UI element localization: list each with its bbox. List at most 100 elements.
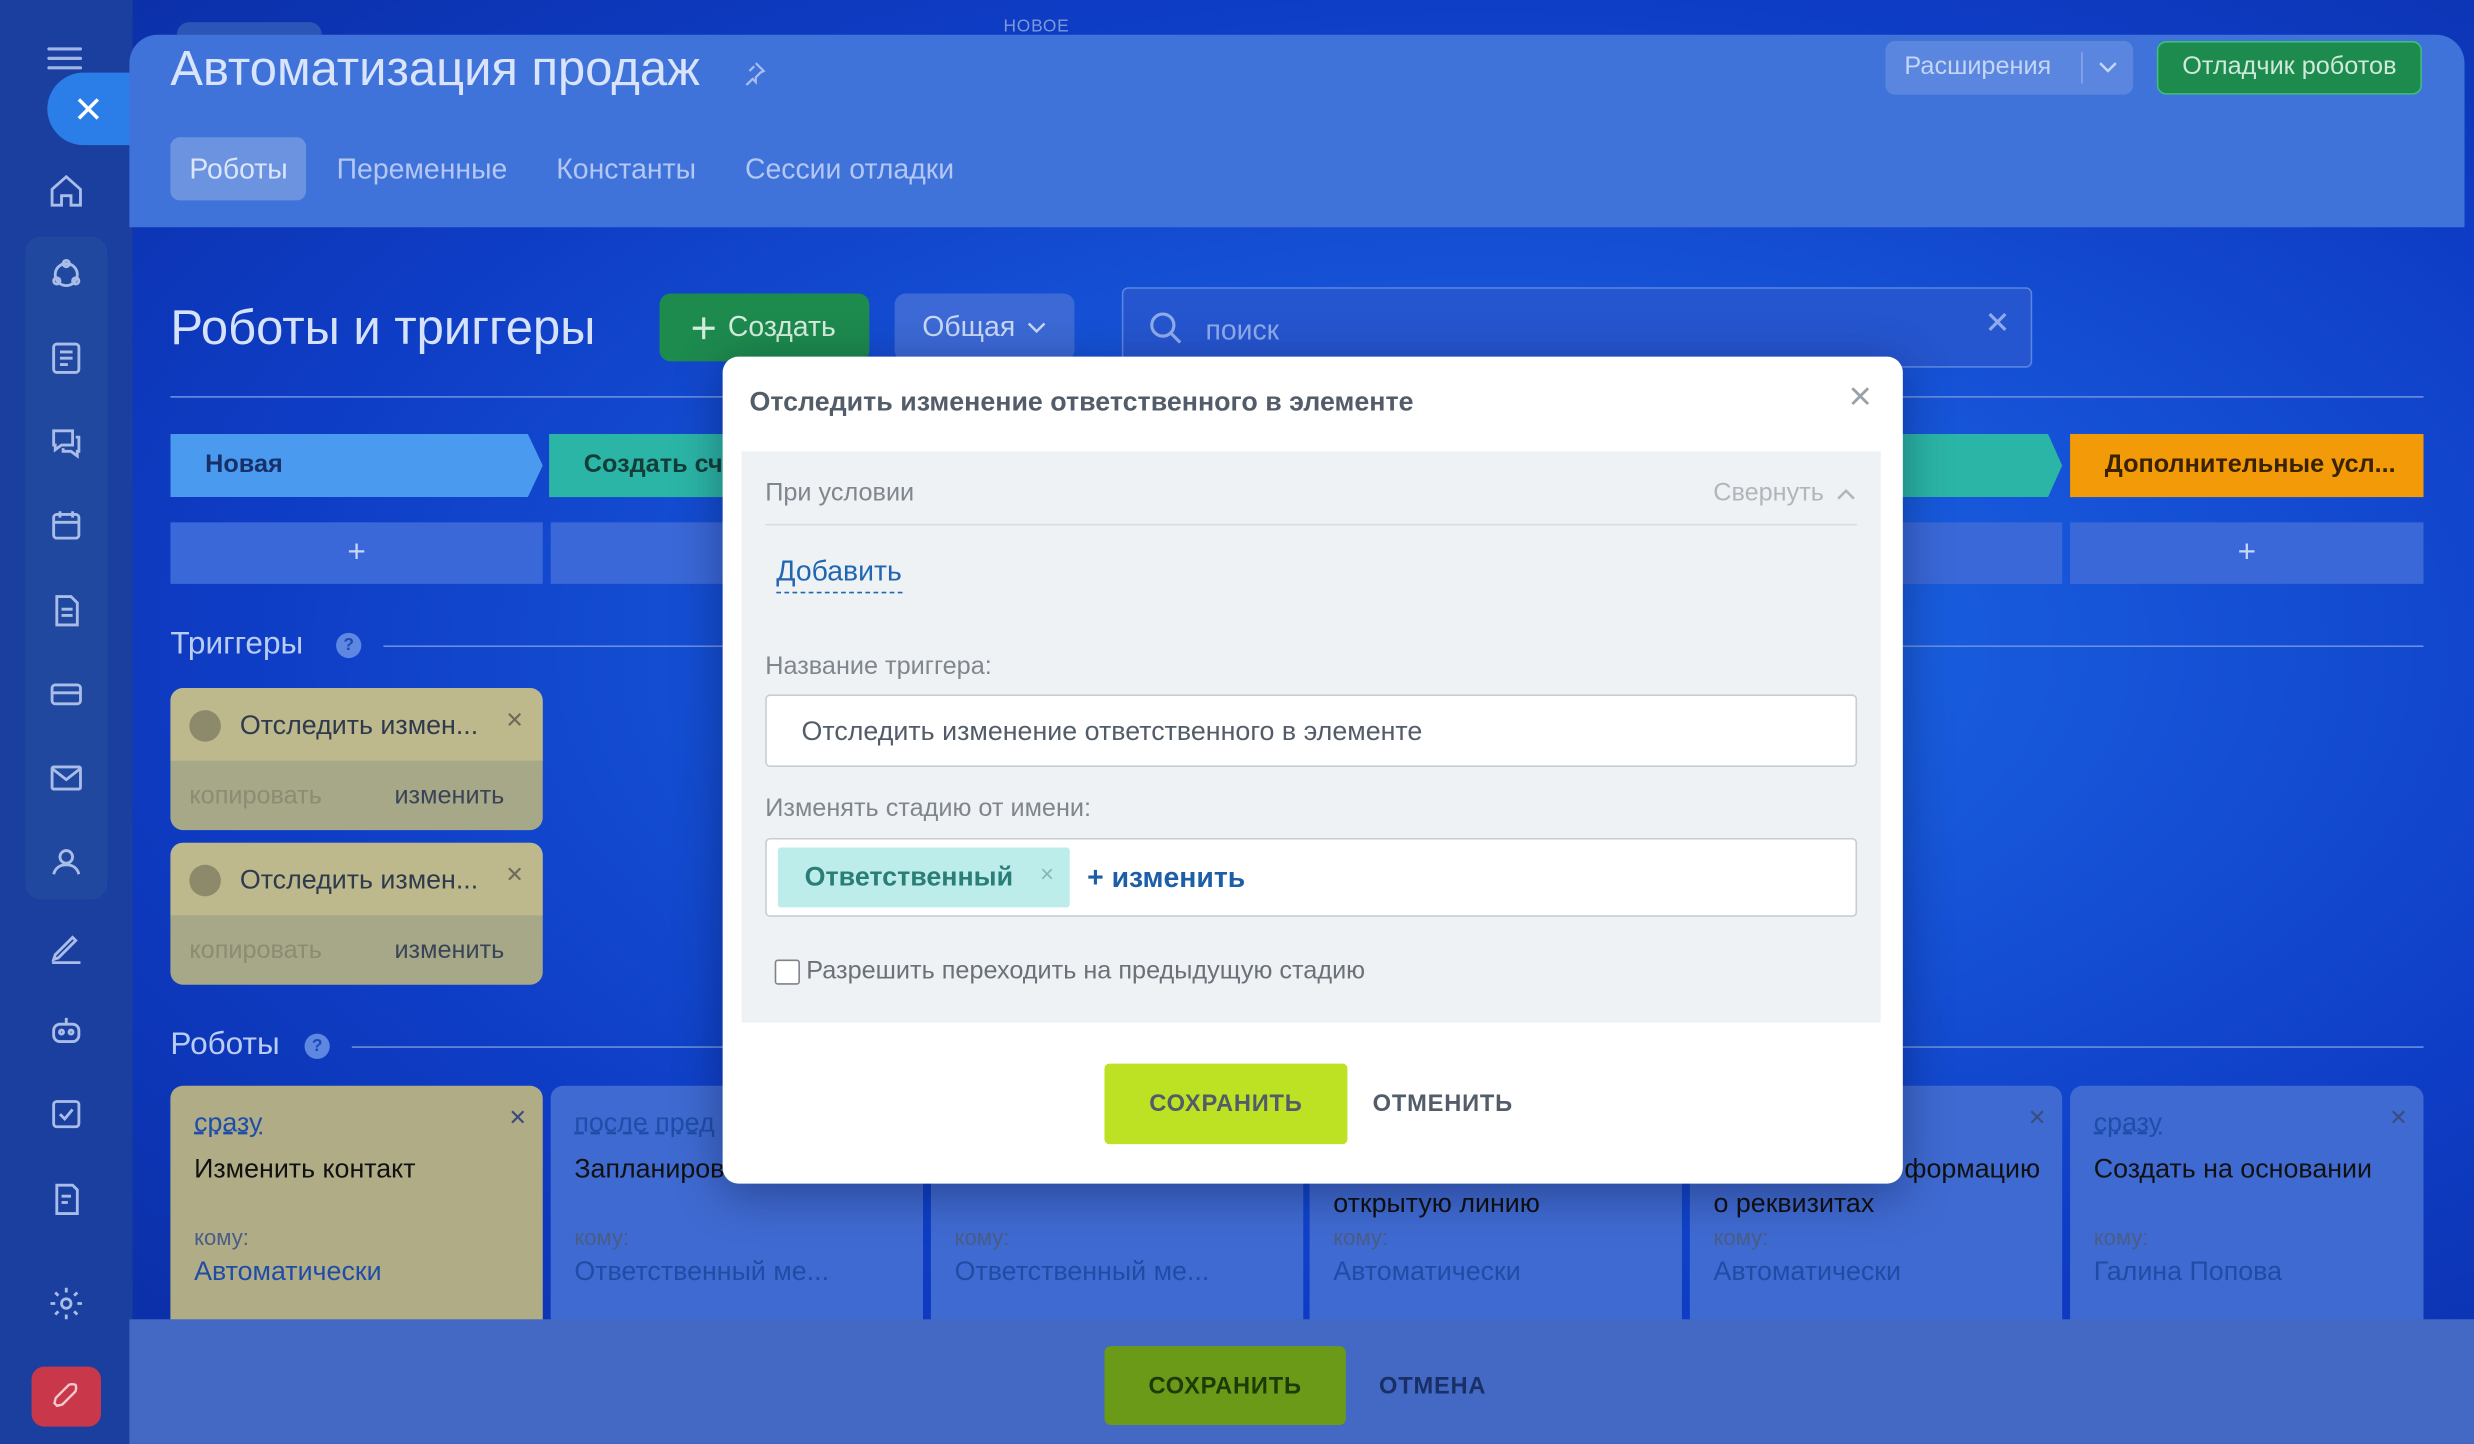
help-icon[interactable]: ?	[304, 1033, 330, 1059]
copy-link[interactable]: копировать	[189, 783, 322, 811]
trigger-name-value: Отследить изменение ответственного в эле…	[801, 716, 1423, 747]
create-button[interactable]: Создать	[659, 293, 870, 362]
stage-invoice[interactable]: Создать сч	[549, 433, 739, 498]
trigger-card[interactable]: Отследить измен... ✕ копировать изменить	[170, 688, 543, 831]
tab-debug-sessions[interactable]: Сессии отладки	[726, 137, 973, 200]
card-icon[interactable]	[41, 669, 91, 719]
divider	[1902, 1046, 2424, 1048]
page-title: Автоматизация продаж	[170, 41, 700, 97]
calendar-icon[interactable]	[41, 500, 91, 550]
robot-responsible[interactable]: Автоматически	[194, 1256, 382, 1288]
trigger-dialog: Отследить изменение ответственного в эле…	[722, 356, 1903, 1184]
documents-icon[interactable]	[41, 585, 91, 635]
robot-title: Создать на основании	[2093, 1153, 2373, 1184]
chevron-down-icon	[1028, 321, 1047, 333]
edit-link[interactable]: изменить	[394, 783, 504, 811]
close-icon	[77, 98, 100, 120]
copy-link[interactable]: копировать	[189, 937, 322, 965]
crm-icon[interactable]	[41, 249, 91, 299]
allow-previous-stage-label[interactable]: Разрешить переходить на предыдущую стади…	[806, 958, 1365, 986]
divider	[351, 1046, 723, 1048]
tab-constants[interactable]: Константы	[537, 137, 715, 200]
chevron-down-icon[interactable]	[2083, 62, 2133, 75]
add-robot-stage-button[interactable]: +	[2070, 522, 2424, 584]
dialog-panel: При условии Свернуть Добавить Название т…	[741, 451, 1881, 1023]
remove-chip-icon[interactable]: ×	[1040, 862, 1054, 889]
settings-icon[interactable]	[41, 1278, 91, 1328]
close-icon[interactable]: ✕	[505, 862, 524, 889]
rocket-icon[interactable]	[31, 1366, 101, 1427]
chat-icon[interactable]	[41, 417, 91, 467]
edit-link[interactable]: изменить	[394, 937, 504, 965]
home-icon[interactable]	[41, 166, 91, 216]
close-icon[interactable]: ✕	[505, 707, 524, 734]
pin-icon[interactable]	[742, 60, 767, 93]
robot-responsible[interactable]: Ответственный ме...	[574, 1256, 829, 1288]
robot-card[interactable]: сразу ✕ Создать на основании кому: Галин…	[2070, 1085, 2424, 1323]
dialog-cancel-button[interactable]: ОТМЕНИТЬ	[1373, 1090, 1513, 1117]
close-icon[interactable]: ✕	[2028, 1105, 2047, 1132]
feed-icon[interactable]	[41, 333, 91, 383]
robot-debugger-button[interactable]: Отладчик роботов	[2156, 41, 2422, 95]
robot-responsible[interactable]: Галина Попова	[2094, 1256, 2282, 1288]
divider	[765, 523, 1858, 526]
chevron-up-icon	[1837, 489, 1855, 500]
header-tabs: Роботы Переменные Константы Сессии отлад…	[170, 137, 984, 201]
collapse-button[interactable]: Свернуть	[1713, 480, 1855, 508]
collapse-label: Свернуть	[1713, 479, 1824, 507]
robots-title: Роботы	[170, 1027, 280, 1063]
user-selector[interactable]: Ответственный × + изменить	[765, 837, 1858, 917]
dialog-title: Отследить изменение ответственного в эле…	[749, 386, 1414, 417]
close-icon[interactable]: ✕	[508, 1105, 527, 1132]
trigger-card[interactable]: Отследить измен... ✕ копировать изменить	[170, 842, 543, 985]
clear-search-icon[interactable]	[1986, 311, 2008, 333]
stage-additional[interactable]: Дополнительные усл...	[2070, 433, 2424, 498]
robot-responsible[interactable]: Автоматически	[1333, 1256, 1521, 1288]
close-icon[interactable]: ✕	[2389, 1105, 2408, 1132]
footer-cancel-button[interactable]: ОТМЕНА	[1379, 1373, 1486, 1400]
add-robot-stage-button[interactable]: +	[170, 522, 543, 584]
general-dropdown[interactable]: Общая	[894, 293, 1075, 362]
add-robot-stage-button[interactable]	[550, 522, 740, 584]
trigger-name-label: Название триггера:	[765, 653, 992, 681]
extensions-label: Расширения	[1904, 53, 2052, 81]
robot-icon[interactable]	[41, 1005, 91, 1055]
dialog-save-button[interactable]: СОХРАНИТЬ	[1104, 1063, 1348, 1145]
close-slider-button[interactable]	[47, 72, 136, 146]
robot-to-label: кому:	[2093, 1224, 2149, 1250]
extensions-button[interactable]: Расширения	[1885, 41, 2134, 95]
stage-partial[interactable]	[1885, 433, 2063, 498]
robot-to-label: кому:	[954, 1224, 1010, 1250]
tab-robots[interactable]: Роботы	[170, 137, 307, 201]
robot-to-label: кому:	[1333, 1224, 1389, 1250]
footer-save-button[interactable]: СОХРАНИТЬ	[1104, 1346, 1346, 1426]
contacts-icon[interactable]	[41, 836, 91, 886]
section-title: Роботы и триггеры	[170, 299, 596, 356]
robot-delay-link[interactable]: сразу	[194, 1108, 262, 1140]
trigger-name-input[interactable]: Отследить изменение ответственного в эле…	[765, 694, 1858, 767]
search-icon	[1150, 312, 1182, 344]
robot-responsible[interactable]: Ответственный ме...	[955, 1256, 1210, 1288]
robot-delay-link[interactable]: после пред	[574, 1108, 714, 1140]
tab-variables[interactable]: Переменные	[318, 137, 527, 200]
robot-title: формацию	[1904, 1153, 2041, 1184]
robot-title: открытую линию	[1333, 1188, 1540, 1219]
close-icon[interactable]	[1849, 385, 1871, 415]
change-user-link[interactable]: + изменить	[1087, 862, 1245, 895]
forms-icon[interactable]	[41, 1174, 91, 1224]
lock-icon	[189, 710, 221, 742]
robot-card[interactable]: сразу ✕ Изменить контакт кому: Автоматич…	[170, 1085, 543, 1323]
robot-delay-link[interactable]: сразу	[2094, 1108, 2162, 1140]
tasks-icon[interactable]	[41, 1089, 91, 1139]
mail-icon[interactable]	[41, 753, 91, 803]
stage-change-label: Изменять стадию от имени:	[765, 795, 1092, 823]
allow-previous-stage-checkbox[interactable]	[774, 959, 800, 985]
help-icon[interactable]: ?	[336, 632, 362, 659]
robot-responsible[interactable]: Автоматически	[1713, 1256, 1901, 1288]
search-input[interactable]: поиск	[1121, 287, 2033, 368]
sign-icon[interactable]	[41, 922, 91, 972]
add-robot-stage-button[interactable]	[1885, 522, 2063, 584]
stage-new[interactable]: Новая	[170, 433, 543, 498]
hamburger-icon[interactable]	[47, 41, 83, 70]
add-condition-link[interactable]: Добавить	[776, 555, 902, 594]
